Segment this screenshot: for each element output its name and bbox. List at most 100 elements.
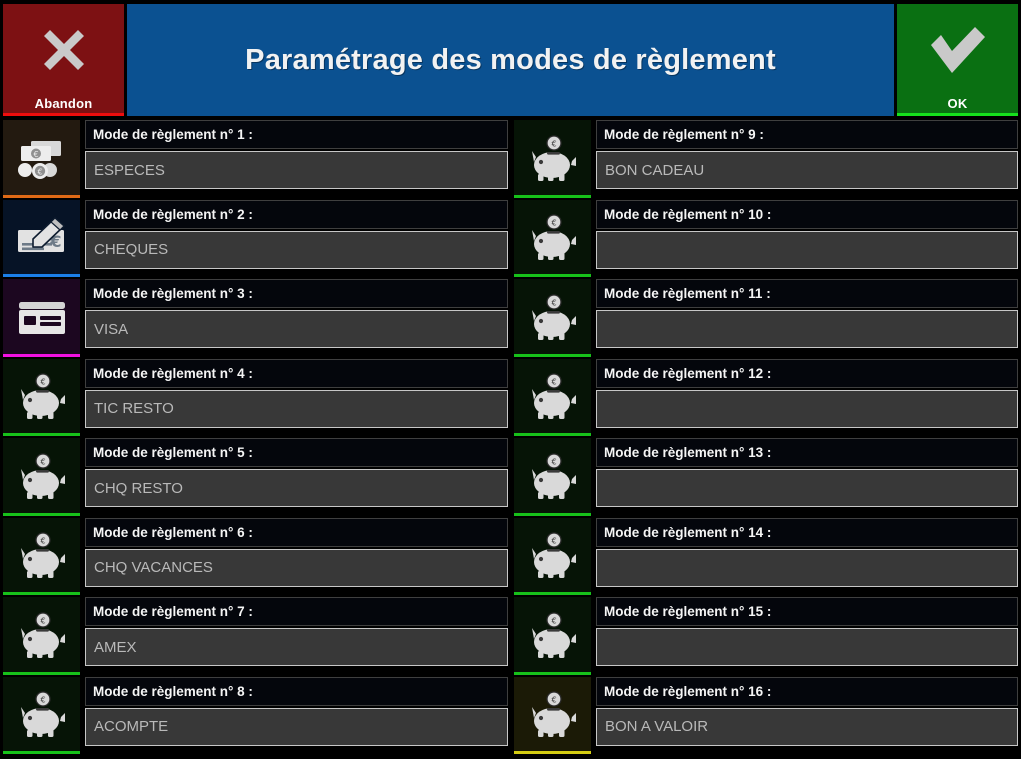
svg-text:€: €: [551, 537, 556, 546]
payment-method-label-12: Mode de règlement n° 12 :: [596, 358, 1018, 388]
payment-method-icon-tile-10[interactable]: €: [514, 199, 591, 277]
piggy-bank-icon: €: [17, 532, 67, 580]
payment-method-icon-tile-13[interactable]: €: [514, 438, 591, 516]
svg-text:€: €: [551, 616, 556, 625]
payment-method-label-9: Mode de règlement n° 9 :: [596, 120, 1018, 149]
payment-method-fields: Mode de règlement n° 12 :: [596, 358, 1018, 437]
payment-method-row: € Mode de règlement n° 14 :: [511, 516, 1021, 596]
ok-button[interactable]: OK: [897, 4, 1018, 116]
svg-text:€: €: [551, 696, 556, 705]
piggy-bank-icon: €: [528, 214, 578, 262]
payment-method-label-5: Mode de règlement n° 5 :: [85, 438, 508, 467]
payment-method-row: € Mode de règlement n° 5 : CHQ RESTO: [0, 436, 511, 516]
payment-method-input-7[interactable]: AMEX: [85, 628, 508, 666]
piggy-bank-icon: €: [528, 294, 578, 342]
piggy-bank-icon: €: [528, 373, 578, 421]
check-icon: [897, 4, 1018, 96]
payment-method-icon-tile-1[interactable]: € €: [3, 120, 80, 198]
payment-method-label-8: Mode de règlement n° 8 :: [85, 676, 508, 706]
payment-method-row: Mode de règlement n° 3 : VISA: [0, 277, 511, 357]
piggy-bank-icon: €: [17, 612, 67, 660]
cheque-pen-icon: €: [14, 216, 70, 260]
payment-method-input-9[interactable]: BON CADEAU: [596, 151, 1018, 189]
payment-method-row: € Mode de règlement n° 15 :: [511, 595, 1021, 675]
payment-method-icon-tile-8[interactable]: €: [3, 676, 80, 754]
payment-method-input-5[interactable]: CHQ RESTO: [85, 469, 508, 507]
payment-method-label-11: Mode de règlement n° 11 :: [596, 279, 1018, 308]
payment-method-row: € Mode de règlement n° 7 : AMEX: [0, 595, 511, 675]
piggy-bank-icon: €: [528, 532, 578, 580]
payment-method-fields: Mode de règlement n° 3 : VISA: [85, 279, 508, 357]
top-toolbar: Abandon Paramétrage des modes de règleme…: [0, 0, 1021, 118]
payment-method-label-4: Mode de règlement n° 4 :: [85, 358, 508, 388]
payment-method-input-10[interactable]: [596, 230, 1018, 269]
payment-method-fields: Mode de règlement n° 9 : BON CADEAU: [596, 120, 1018, 198]
svg-text:€: €: [551, 139, 556, 148]
payment-method-icon-tile-14[interactable]: €: [514, 517, 591, 595]
payment-method-fields: Mode de règlement n° 4 : TIC RESTO: [85, 358, 508, 437]
svg-text:€: €: [551, 457, 556, 466]
payment-method-input-12[interactable]: [596, 389, 1018, 428]
piggy-bank-icon: €: [17, 373, 67, 421]
payment-method-input-16[interactable]: BON A VALOIR: [596, 707, 1018, 746]
payment-method-fields: Mode de règlement n° 8 : ACOMPTE: [85, 676, 508, 755]
svg-text:€: €: [40, 457, 45, 466]
payment-method-input-3[interactable]: VISA: [85, 310, 508, 348]
payment-method-input-14[interactable]: [596, 548, 1018, 587]
payment-method-icon-tile-9[interactable]: €: [514, 120, 591, 198]
piggy-bank-icon: €: [528, 612, 578, 660]
payment-method-icon-tile-2[interactable]: €: [3, 199, 80, 277]
payment-method-row: € Mode de règlement n° 8 : ACOMPTE: [0, 675, 511, 755]
payment-method-label-2: Mode de règlement n° 2 :: [85, 199, 508, 229]
payment-method-icon-tile-3[interactable]: [3, 279, 80, 357]
payment-method-fields: Mode de règlement n° 1 : ESPECES: [85, 120, 508, 198]
payment-method-input-2[interactable]: CHEQUES: [85, 230, 508, 269]
payment-method-label-16: Mode de règlement n° 16 :: [596, 676, 1018, 706]
payment-method-label-1: Mode de règlement n° 1 :: [85, 120, 508, 149]
close-x-icon: [3, 4, 124, 96]
payment-method-icon-tile-15[interactable]: €: [514, 597, 591, 675]
payment-methods-column-left: € € Mode de règlement n° 1 : ESPECES € Mode d…: [0, 118, 511, 759]
payment-method-input-13[interactable]: [596, 469, 1018, 507]
payment-method-fields: Mode de règlement n° 16 : BON A VALOIR: [596, 676, 1018, 755]
payment-method-row: € Mode de règlement n° 13 :: [511, 436, 1021, 516]
payment-method-fields: Mode de règlement n° 2 : CHEQUES: [85, 199, 508, 278]
payment-method-label-14: Mode de règlement n° 14 :: [596, 517, 1018, 547]
svg-text:€: €: [40, 378, 45, 387]
payment-method-icon-tile-12[interactable]: €: [514, 358, 591, 436]
payment-method-label-10: Mode de règlement n° 10 :: [596, 199, 1018, 229]
payment-method-icon-tile-7[interactable]: €: [3, 597, 80, 675]
payment-method-label-7: Mode de règlement n° 7 :: [85, 597, 508, 626]
payment-method-icon-tile-16[interactable]: €: [514, 676, 591, 754]
payment-method-icon-tile-4[interactable]: €: [3, 358, 80, 436]
svg-text:€: €: [33, 150, 38, 159]
payment-method-input-11[interactable]: [596, 310, 1018, 348]
payment-method-input-1[interactable]: ESPECES: [85, 151, 508, 189]
svg-text:€: €: [40, 696, 45, 705]
payment-method-input-6[interactable]: CHQ VACANCES: [85, 548, 508, 587]
payment-method-row: € € Mode de règlement n° 1 : ESPECES: [0, 118, 511, 198]
payment-method-row: € Mode de règlement n° 4 : TIC RESTO: [0, 357, 511, 437]
payment-method-icon-tile-6[interactable]: €: [3, 517, 80, 595]
payment-method-input-4[interactable]: TIC RESTO: [85, 389, 508, 428]
payment-method-row: € Mode de règlement n° 2 : CHEQUES: [0, 198, 511, 278]
payment-method-input-15[interactable]: [596, 628, 1018, 666]
svg-text:€: €: [551, 219, 556, 228]
cash-banknote-coins-icon: € €: [15, 138, 69, 180]
payment-method-fields: Mode de règlement n° 14 :: [596, 517, 1018, 596]
svg-text:€: €: [40, 616, 45, 625]
payment-method-row: € Mode de règlement n° 11 :: [511, 277, 1021, 357]
abandon-button-label: Abandon: [34, 96, 93, 111]
payment-methods-column-right: € Mode de règlement n° 9 : BON CADEAU € Mode…: [511, 118, 1021, 759]
svg-text:€: €: [551, 298, 556, 307]
page-title: Paramétrage des modes de règlement: [245, 43, 776, 76]
payment-method-input-8[interactable]: ACOMPTE: [85, 707, 508, 746]
payment-method-icon-tile-5[interactable]: €: [3, 438, 80, 516]
abandon-button[interactable]: Abandon: [3, 4, 124, 116]
piggy-bank-icon: €: [528, 691, 578, 739]
payment-method-icon-tile-11[interactable]: €: [514, 279, 591, 357]
svg-text:€: €: [40, 537, 45, 546]
piggy-bank-icon: €: [528, 453, 578, 501]
payment-method-fields: Mode de règlement n° 6 : CHQ VACANCES: [85, 517, 508, 596]
payment-method-row: € Mode de règlement n° 10 :: [511, 198, 1021, 277]
